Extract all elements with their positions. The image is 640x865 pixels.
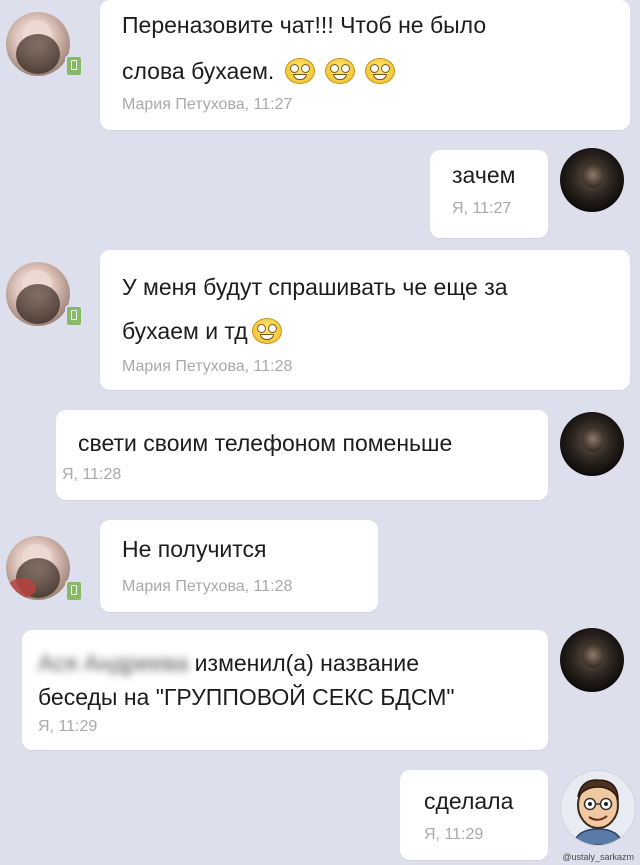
message-text: свети своим телефоном поменьше bbox=[78, 430, 453, 456]
message-meta: Мария Петухова, 11:28 bbox=[122, 578, 293, 595]
message-meta: Я, 11:29 bbox=[424, 826, 484, 843]
message-text: беседы на "ГРУППОВОЙ СЕКС БДСМ" bbox=[38, 684, 455, 710]
message-meta: Мария Петухова, 11:28 bbox=[122, 358, 293, 375]
avatar-me[interactable] bbox=[560, 628, 624, 692]
message-text: Ася Андреева изменил(а) название bbox=[38, 644, 419, 682]
avatar-me[interactable] bbox=[560, 412, 624, 476]
avatar-maria[interactable] bbox=[6, 12, 70, 76]
blurred-user-name: Ася Андреева bbox=[38, 650, 189, 676]
message-text: слова бухаем. bbox=[122, 52, 396, 90]
message-meta: Я, 11:29 bbox=[38, 718, 98, 735]
message-meta: Я, 11:27 bbox=[452, 200, 512, 217]
grinning-emoji-icon bbox=[251, 317, 282, 344]
message-text: У меня будут спрашивать че еще за bbox=[122, 274, 508, 300]
grinning-emoji-icon bbox=[284, 57, 315, 84]
avatar-me[interactable] bbox=[560, 148, 624, 212]
message-text: сделала bbox=[424, 788, 514, 814]
message-meta: Я, 11:28 bbox=[62, 466, 122, 483]
watermark: @ustaly_sarkazm bbox=[562, 852, 634, 862]
avatar-maria[interactable] bbox=[6, 536, 70, 600]
cartoon-face-icon bbox=[572, 779, 624, 845]
message-text: зачем bbox=[452, 162, 516, 188]
mobile-online-icon bbox=[65, 55, 83, 77]
message-text: Переназовите чат!!! Чтоб не было bbox=[122, 12, 487, 38]
message-text: Не получится bbox=[122, 536, 267, 562]
mobile-online-icon bbox=[65, 305, 83, 327]
mobile-online-icon bbox=[65, 580, 83, 602]
message-text: бухаем и тд bbox=[122, 312, 282, 350]
avatar-maria[interactable] bbox=[6, 262, 70, 326]
avatar-cartoon[interactable] bbox=[560, 770, 636, 846]
message-meta: Мария Петухова, 11:27 bbox=[122, 96, 293, 113]
grinning-emoji-icon bbox=[365, 57, 396, 84]
grinning-emoji-icon bbox=[325, 57, 356, 84]
